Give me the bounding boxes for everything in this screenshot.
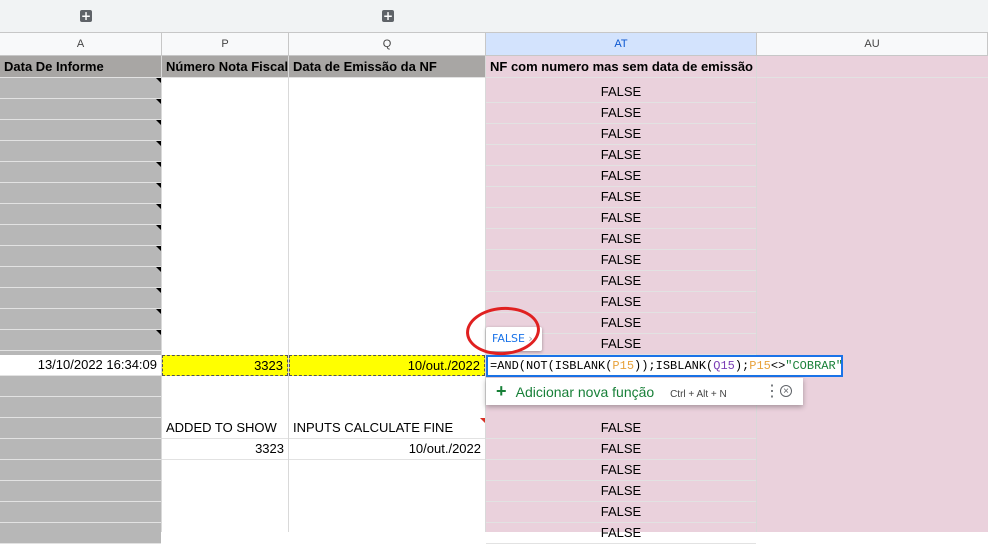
cell[interactable] bbox=[0, 183, 161, 204]
cell[interactable] bbox=[0, 330, 161, 351]
formula-ref: Q15 bbox=[713, 359, 735, 373]
cell-false[interactable]: FALSE bbox=[486, 271, 756, 292]
column-q: Data de Emissão da NF 10/out./2022 INPUT… bbox=[289, 56, 486, 532]
cell-false[interactable]: FALSE bbox=[486, 460, 756, 481]
header-cell-p[interactable]: Número Nota Fiscal bbox=[162, 56, 288, 78]
header-cell-at[interactable]: NF com numero mas sem data de emissão bbox=[486, 56, 756, 78]
column-group-bar: + + bbox=[0, 0, 988, 33]
cell-a15[interactable]: 13/10/2022 16:34:09 bbox=[0, 355, 161, 376]
cell-p19[interactable]: 3323 bbox=[162, 439, 288, 460]
close-icon[interactable]: × bbox=[780, 385, 792, 397]
cell[interactable] bbox=[0, 99, 161, 120]
cell-q19[interactable]: 10/out./2022 bbox=[289, 439, 485, 460]
column-header-q[interactable]: Q bbox=[289, 33, 486, 55]
cell-editor-at15[interactable]: =AND(NOT(ISBLANK(P15));ISBLANK(Q15);P15<… bbox=[486, 355, 843, 377]
formula-string: "COBRAR" bbox=[785, 359, 843, 373]
cell[interactable] bbox=[0, 141, 161, 162]
column-header-a[interactable]: A bbox=[0, 33, 162, 55]
cell[interactable] bbox=[0, 162, 161, 183]
column-au bbox=[757, 56, 988, 532]
cell[interactable] bbox=[0, 523, 161, 544]
column-header-at[interactable]: AT bbox=[486, 33, 757, 55]
cell-false[interactable]: FALSE bbox=[486, 250, 756, 271]
column-header-bar: A P Q AT AU bbox=[0, 33, 988, 56]
cell[interactable] bbox=[0, 120, 161, 141]
column-a: Data De Informe 13/10/2022 16:34:09 bbox=[0, 56, 162, 532]
add-function-suggestion[interactable]: + Adicionar nova função Ctrl + Alt + N ⋮… bbox=[486, 378, 803, 405]
cell[interactable] bbox=[0, 225, 161, 246]
header-cell-au[interactable] bbox=[757, 56, 988, 78]
cell-p15[interactable]: 3323 bbox=[162, 355, 288, 376]
cell-gap bbox=[0, 351, 161, 355]
cell-false[interactable]: FALSE bbox=[486, 439, 756, 460]
formula-ref: P15 bbox=[749, 359, 771, 373]
cell[interactable] bbox=[0, 481, 161, 502]
cell-false[interactable]: FALSE bbox=[486, 124, 756, 145]
formula-ref: P15 bbox=[612, 359, 634, 373]
cell-false[interactable]: FALSE bbox=[486, 481, 756, 502]
cell[interactable] bbox=[0, 397, 161, 418]
expand-group-icon[interactable]: + bbox=[382, 10, 394, 22]
cell[interactable] bbox=[0, 246, 161, 267]
cell-q18[interactable]: INPUTS CALCULATE FINE bbox=[289, 418, 485, 439]
formula-token: ));ISBLANK( bbox=[634, 359, 713, 373]
shortcut-hint: Ctrl + Alt + N bbox=[670, 389, 727, 400]
cell-false[interactable]: FALSE bbox=[486, 82, 756, 103]
cell-false[interactable]: FALSE bbox=[486, 502, 756, 523]
column-p: Número Nota Fiscal 3323 ADDED TO SHOW 33… bbox=[162, 56, 289, 532]
cell[interactable] bbox=[0, 460, 161, 481]
cell[interactable] bbox=[0, 288, 161, 309]
cell[interactable] bbox=[0, 502, 161, 523]
column-header-au[interactable]: AU bbox=[757, 33, 988, 55]
cell[interactable] bbox=[0, 309, 161, 330]
expand-group-icon[interactable]: + bbox=[80, 10, 92, 22]
cell-false[interactable]: FALSE bbox=[486, 208, 756, 229]
header-cell-a[interactable]: Data De Informe bbox=[0, 56, 161, 78]
cell-false[interactable]: FALSE bbox=[486, 418, 756, 439]
formula-token: ); bbox=[735, 359, 749, 373]
formula-token: <> bbox=[771, 359, 785, 373]
cell[interactable] bbox=[0, 267, 161, 288]
comment-marker bbox=[480, 418, 485, 423]
sheet-grid: Data De Informe 13/10/2022 16:34:09 Núme… bbox=[0, 56, 988, 532]
cell-false[interactable]: FALSE bbox=[486, 103, 756, 124]
header-cell-q[interactable]: Data de Emissão da NF bbox=[289, 56, 485, 78]
column-at: NF com numero mas sem data de emissão FA… bbox=[486, 56, 757, 532]
more-options-icon[interactable]: ⋮ bbox=[764, 378, 780, 405]
cell[interactable] bbox=[0, 204, 161, 225]
cell-q15[interactable]: 10/out./2022 bbox=[289, 355, 485, 376]
cell[interactable] bbox=[0, 78, 161, 99]
formula-token: =AND(NOT(ISBLANK( bbox=[490, 359, 612, 373]
cell-q18-text: INPUTS CALCULATE FINE bbox=[293, 420, 453, 435]
add-function-label: Adicionar nova função bbox=[516, 384, 655, 400]
cell-p18[interactable]: ADDED TO SHOW bbox=[162, 418, 288, 439]
cell-false[interactable]: FALSE bbox=[486, 229, 756, 250]
cell[interactable] bbox=[0, 376, 161, 397]
cell[interactable] bbox=[0, 439, 161, 460]
cell-false[interactable]: FALSE bbox=[486, 145, 756, 166]
cell-false[interactable]: FALSE bbox=[486, 187, 756, 208]
cell-false[interactable]: FALSE bbox=[486, 166, 756, 187]
column-header-p[interactable]: P bbox=[162, 33, 289, 55]
cell[interactable] bbox=[0, 418, 161, 439]
plus-icon: + bbox=[496, 381, 507, 401]
cell-false[interactable]: FALSE bbox=[486, 523, 756, 544]
cell-false[interactable]: FALSE bbox=[486, 292, 756, 313]
